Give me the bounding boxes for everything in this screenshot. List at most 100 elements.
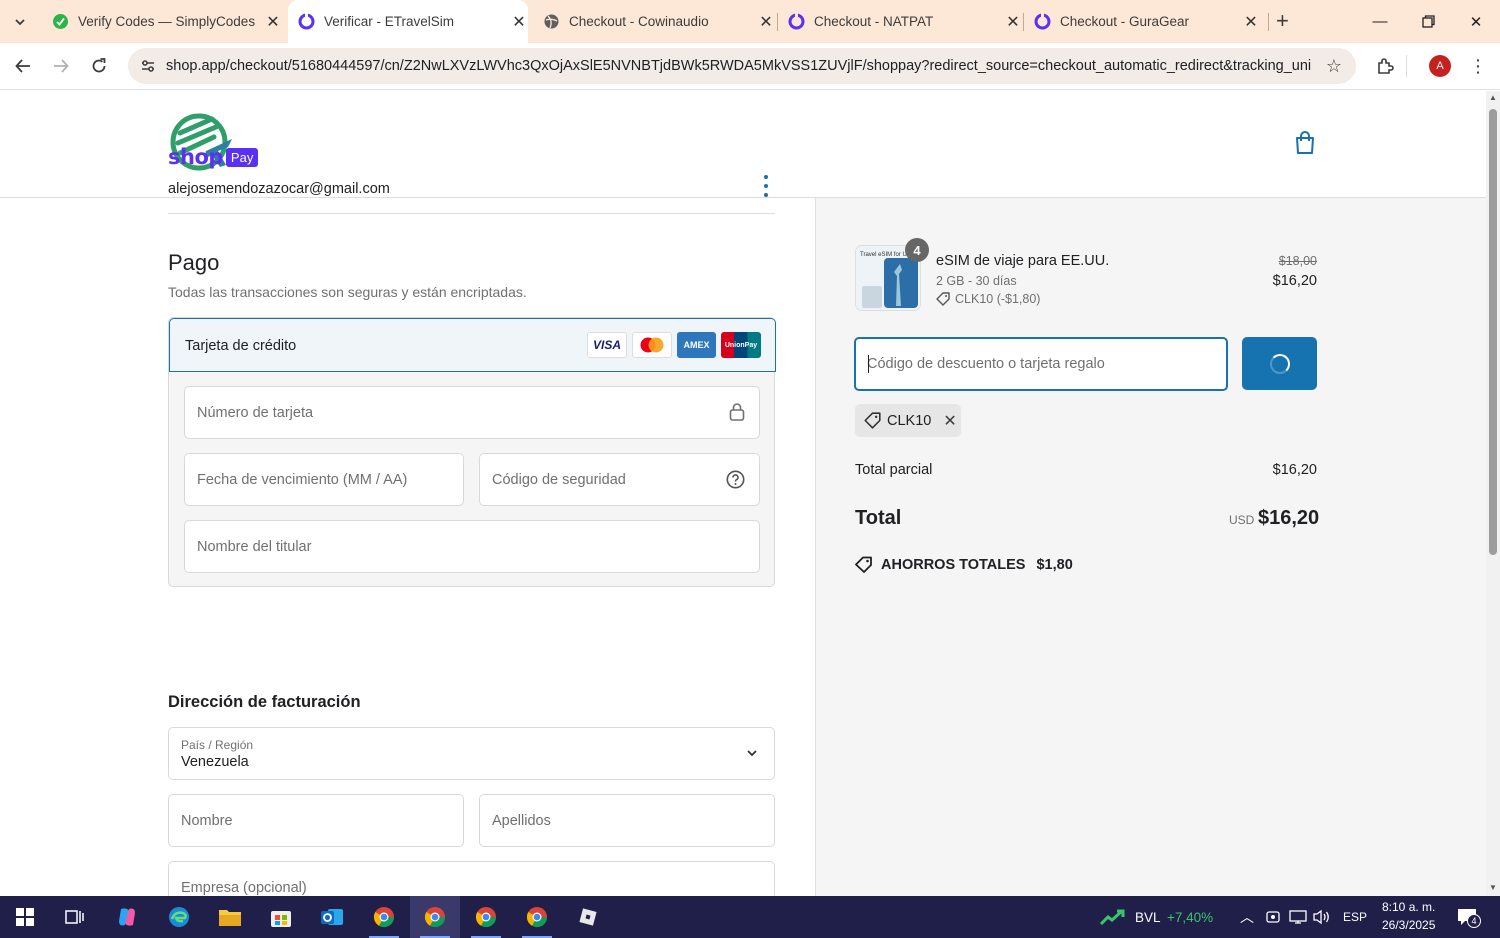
- address-bar[interactable]: shop.app/checkout/51680444597/cn/Z2NwLXV…: [128, 48, 1356, 84]
- subtotal-value: $16,20: [1272, 462, 1317, 478]
- tab-simplycodes[interactable]: Verify Codes — SimplyCodes ✕: [42, 0, 282, 43]
- outlook-icon[interactable]: [307, 896, 357, 938]
- globe-icon: [543, 13, 560, 30]
- quantity-badge: 4: [905, 238, 929, 262]
- forward-arrow-icon[interactable]: [46, 51, 76, 81]
- shop-pay-logo: shop Pay: [168, 145, 259, 169]
- original-price: $18,00: [1278, 254, 1317, 268]
- tab-title: Checkout - GuraGear: [1060, 14, 1190, 29]
- credit-card-option[interactable]: Tarjeta de crédito VISA AMEX UnionPay: [169, 318, 776, 372]
- pay-badge: Pay: [225, 147, 259, 167]
- total-label: Total: [855, 507, 902, 529]
- input-language[interactable]: ESP: [1343, 910, 1367, 924]
- country-select[interactable]: País / Región Venezuela: [168, 727, 775, 780]
- first-name-placeholder: Nombre: [181, 813, 233, 829]
- tray-overflow-chevron-up-icon[interactable]: ︿: [1240, 907, 1254, 927]
- network-icon[interactable]: [1289, 909, 1307, 930]
- expiry-date-input[interactable]: Fecha de vencimiento (MM / AA): [184, 453, 464, 506]
- lock-icon: [729, 402, 745, 426]
- stock-change[interactable]: +7,40%: [1167, 910, 1213, 925]
- stock-chart-icon[interactable]: [1099, 909, 1126, 930]
- restore-window-icon[interactable]: [1405, 0, 1451, 43]
- meet-now-icon[interactable]: [1265, 909, 1281, 930]
- text-caret: [868, 355, 869, 373]
- applied-code: CLK10: [887, 412, 932, 429]
- close-tab-icon[interactable]: ✕: [1242, 12, 1260, 32]
- company-input[interactable]: Empresa (opcional): [168, 861, 775, 896]
- security-code-input[interactable]: Código de seguridad: [479, 453, 760, 506]
- chrome-profile-3-icon[interactable]: [461, 896, 511, 938]
- menu-kebab-icon[interactable]: ⋮: [1465, 53, 1491, 79]
- close-tab-icon[interactable]: ✕: [1004, 12, 1022, 32]
- new-tab-plus-icon[interactable]: +: [1276, 8, 1289, 34]
- tab-natpat[interactable]: Checkout - NATPAT ✕: [782, 0, 1022, 43]
- site-settings-icon[interactable]: [130, 58, 166, 74]
- product-discount-text: CLK10 (-$1,80): [955, 292, 1041, 306]
- file-explorer-icon[interactable]: [205, 896, 255, 938]
- chevron-down-icon: [15, 19, 25, 26]
- account-email: alejosemendozazocar@gmail.com: [168, 181, 390, 197]
- volume-icon[interactable]: [1313, 909, 1331, 930]
- scroll-up-arrow-icon[interactable]: ▲: [1489, 93, 1497, 102]
- browser-toolbar: shop.app/checkout/51680444597/cn/Z2NwLXV…: [0, 43, 1500, 90]
- chrome-profile-2-icon[interactable]: [410, 896, 460, 938]
- edge-browser-icon[interactable]: [154, 896, 204, 938]
- shopping-bag-icon[interactable]: [1294, 131, 1316, 160]
- cardholder-name-input[interactable]: Nombre del titular: [184, 520, 760, 573]
- tag-icon: [936, 292, 950, 306]
- page-scrollbar[interactable]: ▲ ▼: [1486, 91, 1500, 896]
- clock-date[interactable]: 26/3/2025: [1382, 918, 1435, 932]
- minimize-window-icon[interactable]: —: [1357, 0, 1403, 43]
- loading-spinner-icon: [1269, 353, 1290, 374]
- tab-separator: [777, 13, 778, 31]
- close-window-icon[interactable]: ✕: [1453, 0, 1499, 43]
- chrome-profile-4-icon[interactable]: [512, 896, 562, 938]
- account-menu-kebab-icon[interactable]: [760, 175, 772, 197]
- stock-ticker[interactable]: BVL: [1135, 910, 1161, 925]
- help-question-icon[interactable]: [726, 470, 745, 494]
- close-tab-icon[interactable]: ✕: [510, 12, 528, 32]
- first-name-input[interactable]: Nombre: [168, 794, 464, 847]
- reload-icon[interactable]: [84, 51, 114, 81]
- scroll-down-arrow-icon[interactable]: ▼: [1489, 883, 1497, 892]
- back-arrow-icon[interactable]: [8, 51, 38, 81]
- last-name-input[interactable]: Apellidos: [479, 794, 775, 847]
- shop-favicon-icon: [788, 13, 805, 30]
- account-divider: [168, 213, 775, 214]
- close-tab-icon[interactable]: ✕: [757, 12, 775, 32]
- tab-title: Verify Codes — SimplyCodes: [78, 14, 256, 29]
- url-text: shop.app/checkout/51680444597/cn/Z2NwLXV…: [166, 58, 1311, 74]
- scrollbar-thumb[interactable]: [1489, 109, 1497, 555]
- total-savings: AHORROS TOTALES $1,80: [855, 556, 1073, 573]
- discount-code-input[interactable]: [854, 337, 1228, 391]
- chrome-profile-1-icon[interactable]: [359, 896, 409, 938]
- card-number-input[interactable]: Número de tarjeta: [184, 386, 760, 439]
- microsoft-store-icon[interactable]: [256, 896, 306, 938]
- credit-card-label: Tarjeta de crédito: [185, 338, 297, 354]
- tab-title: Checkout - NATPAT: [814, 14, 934, 29]
- clock-time[interactable]: 8:10 a. m.: [1382, 900, 1435, 914]
- tab-search-button[interactable]: [6, 8, 34, 36]
- profile-avatar[interactable]: A: [1429, 55, 1451, 77]
- windows-start-icon[interactable]: [0, 896, 50, 938]
- roblox-icon[interactable]: [563, 896, 613, 938]
- copilot-icon[interactable]: [102, 896, 152, 938]
- final-price: $16,20: [1272, 273, 1317, 289]
- security-code-placeholder: Código de seguridad: [492, 472, 626, 488]
- tab-etravelsim[interactable]: Verificar - ETravelSim ✕: [288, 0, 528, 43]
- product-name: eSIM de viaje para EE.UU.: [936, 253, 1110, 269]
- tab-cowinaudio[interactable]: Checkout - Cowinaudio ✕: [535, 0, 775, 43]
- remove-discount-close-icon[interactable]: ✕: [943, 411, 956, 431]
- notification-center-icon[interactable]: 4: [1457, 907, 1481, 932]
- shop-wordmark: shop: [168, 145, 223, 169]
- extensions-puzzle-icon[interactable]: [1372, 53, 1398, 79]
- billing-address-heading: Dirección de facturación: [168, 693, 361, 711]
- tab-guragear[interactable]: Checkout - GuraGear ✕: [1028, 0, 1260, 43]
- apply-discount-button[interactable]: [1242, 337, 1317, 390]
- tab-title: Checkout - Cowinaudio: [569, 14, 709, 29]
- task-view-icon[interactable]: [50, 896, 100, 938]
- payment-heading: Pago: [168, 250, 220, 275]
- close-tab-icon[interactable]: ✕: [264, 12, 282, 32]
- bookmark-star-icon[interactable]: ☆: [1326, 56, 1342, 77]
- discount-code-field[interactable]: [867, 353, 1207, 375]
